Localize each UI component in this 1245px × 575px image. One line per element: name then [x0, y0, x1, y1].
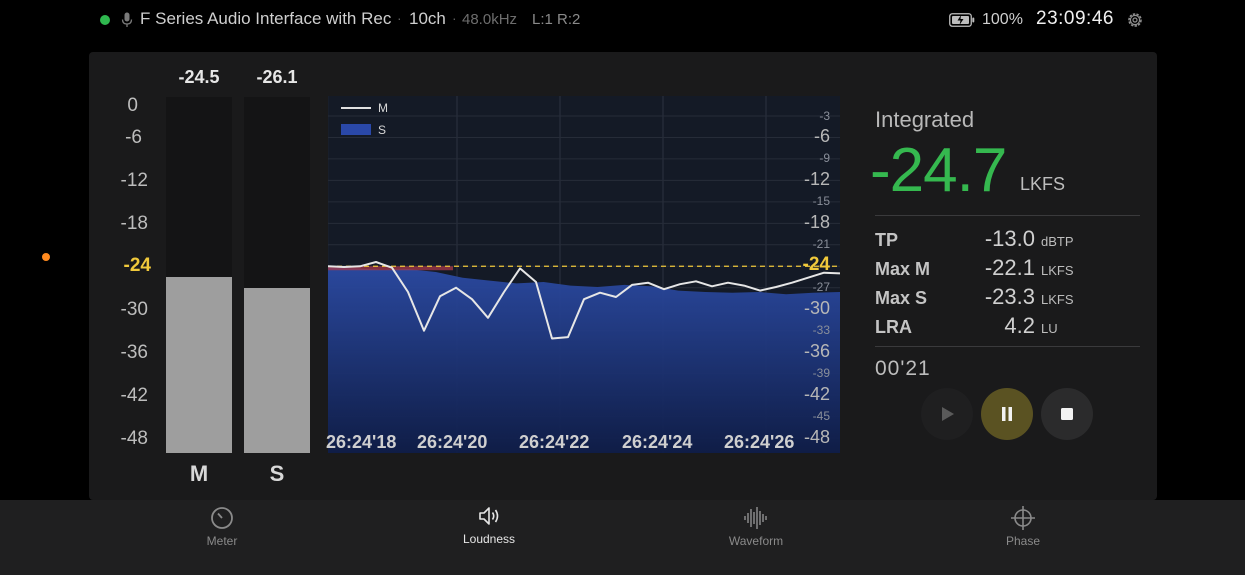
graph-target-label: -24 [802, 254, 830, 276]
tab-phase-label: Phase [1005, 534, 1041, 548]
stop-button[interactable] [1041, 388, 1093, 440]
divider [875, 215, 1140, 216]
target-scale-label: -24 [123, 255, 151, 276]
time-tick-label: 26:24'26 [724, 432, 795, 452]
tp-label: TP [875, 230, 899, 250]
time-tick-label: 26:24'20 [417, 432, 488, 452]
waveform-icon [744, 507, 767, 529]
legend-label-m: M [378, 101, 388, 115]
graph-scale-label: -42 [803, 383, 830, 404]
momentary-meter-fill [166, 276, 232, 453]
lra-unit: LU [1041, 321, 1058, 336]
lra-label: LRA [875, 317, 912, 337]
graph-scale-label: -21 [812, 237, 830, 252]
scale-label: -42 [120, 385, 148, 406]
max-m-label: Max M [875, 259, 931, 279]
short-term-area [328, 267, 840, 453]
integrated-unit: LKFS [1020, 174, 1066, 194]
play-button[interactable] [921, 388, 973, 440]
loudness-history-graph [328, 96, 840, 453]
scale-label: 0 [127, 95, 138, 116]
pause-button[interactable] [981, 388, 1033, 440]
graph-scale-label: -18 [803, 212, 830, 233]
graph-scale-label: -12 [803, 169, 830, 190]
recording-indicator [42, 253, 50, 261]
scale-label: -30 [120, 299, 148, 320]
speaker-icon [479, 507, 499, 525]
gear-icon[interactable] [1126, 11, 1144, 29]
graph-scale-label: -3 [819, 108, 830, 123]
pause-icon [1002, 407, 1012, 421]
integrated-label: Integrated [875, 107, 975, 132]
divider [875, 346, 1140, 347]
lra-value: 4.2 [1004, 313, 1035, 338]
connection-status-indicator [100, 15, 110, 25]
sample-rate: 48.0kHz [462, 11, 518, 28]
graph-scale-label: -33 [812, 323, 830, 338]
max-m-unit: LKFS [1041, 263, 1074, 278]
max-s-unit: LKFS [1041, 292, 1074, 307]
device-name: F Series Audio Interface with Rec [140, 9, 392, 28]
play-icon [942, 407, 954, 421]
graph-scale-label: -30 [803, 298, 830, 319]
channel-count: 10ch [409, 9, 446, 28]
tab-waveform[interactable]: Waveform [696, 503, 816, 548]
graph-scale-label: -9 [819, 151, 830, 166]
loudness-history-plot [328, 96, 840, 453]
momentary-peak-value: -24.5 [178, 67, 220, 87]
tab-loudness-label: Loudness [462, 532, 516, 546]
mic-icon [121, 12, 133, 27]
stop-icon [1061, 408, 1073, 420]
short-term-peak-value: -26.1 [256, 67, 298, 87]
separator: · [397, 10, 402, 26]
battery-charging-icon [949, 13, 975, 27]
legend-swatches [341, 107, 371, 135]
short-term-meter [244, 97, 310, 453]
battery-percentage: 100% [982, 11, 1023, 28]
max-s-label: Max S [875, 288, 928, 308]
momentary-meter [166, 97, 232, 453]
tab-loudness[interactable]: Loudness [429, 501, 549, 546]
bottom-tab-bar: Meter Loudness Waveform Phase [0, 500, 1245, 575]
tab-meter-label: Meter [206, 534, 238, 548]
max-s-value: -23.3 [984, 284, 1035, 309]
momentary-meter-label: M [189, 461, 209, 486]
crosshair-icon [1011, 506, 1035, 530]
tab-waveform-label: Waveform [728, 534, 784, 548]
legend-swatch-s [341, 124, 371, 135]
tp-unit: dBTP [1041, 234, 1074, 249]
time-tick-label: 26:24'22 [519, 432, 590, 452]
status-bar: F Series Audio Interface with Rec · 10ch… [0, 0, 1245, 40]
time-tick-label: 26:24'24 [622, 432, 693, 452]
tab-meter[interactable]: Meter [162, 503, 282, 548]
clock: 23:09:46 [1036, 8, 1114, 29]
elapsed-time: 00'21 [875, 357, 931, 380]
separator: · [452, 10, 457, 26]
graph-scale-label: -27 [812, 280, 830, 295]
graph-scale-label: -6 [813, 126, 830, 147]
io-assignment: L:1 R:2 [532, 11, 581, 28]
scale-label: -36 [120, 342, 148, 363]
tab-phase[interactable]: Phase [963, 503, 1083, 548]
legend-label-s: S [378, 123, 387, 137]
integrated-value: -24.7 [870, 136, 1007, 205]
graph-scale-label: -15 [812, 194, 830, 209]
graph-scale-label: -48 [803, 426, 830, 447]
short-term-meter-label: S [269, 461, 285, 486]
meter-icon [211, 507, 233, 529]
max-m-value: -22.1 [984, 255, 1035, 280]
graph-scale-label: -36 [803, 340, 830, 361]
scale-label: -12 [120, 170, 148, 191]
graph-scale-label: -45 [812, 409, 830, 424]
short-term-meter-fill [244, 287, 310, 453]
scale-label: -18 [120, 213, 148, 234]
scale-label: -6 [125, 127, 142, 148]
time-tick-label: 26:24'18 [326, 432, 397, 452]
scale-label: -48 [120, 428, 148, 449]
tp-value: -13.0 [984, 226, 1035, 251]
graph-scale-label: -39 [812, 366, 830, 381]
